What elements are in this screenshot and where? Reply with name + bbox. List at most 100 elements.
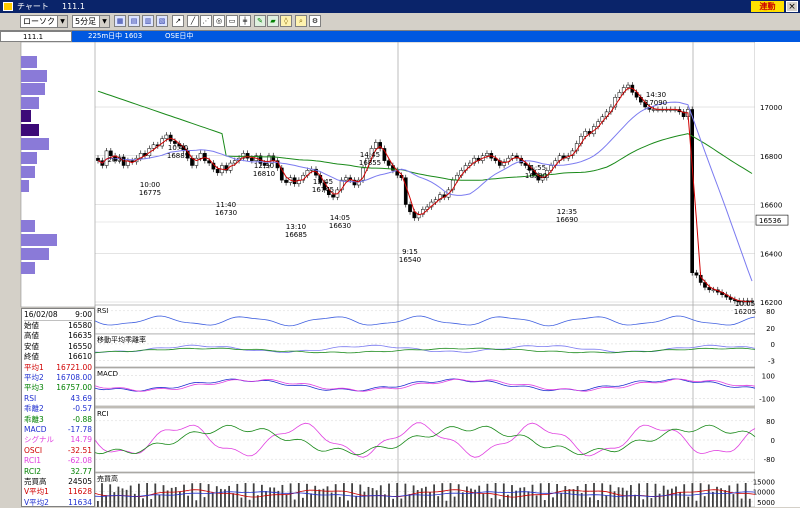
volume-bar: [158, 494, 161, 507]
candle: [690, 109, 695, 273]
volume-bar: [347, 500, 349, 507]
volume-bar: [572, 489, 575, 507]
annotation-time: 14:45: [360, 151, 380, 159]
zoom-icon[interactable]: ◎: [213, 15, 225, 27]
volume-bar: [371, 488, 374, 507]
volume-bar: [269, 487, 271, 507]
sub-tick-label: 0: [771, 341, 775, 349]
volume-bar: [724, 490, 727, 507]
line-chart-icon[interactable]: ↗: [172, 15, 184, 27]
link-button[interactable]: 連動: [751, 1, 784, 12]
chart-table-icon[interactable]: ▤: [128, 15, 140, 27]
volume-bar: [285, 495, 288, 507]
data-row-label: V平均1: [24, 487, 49, 497]
data-row-label: 平均3: [24, 383, 44, 393]
data-row-value: -0.88: [72, 414, 92, 424]
close-button[interactable]: ×: [786, 1, 798, 12]
volume-bar: [351, 483, 353, 507]
interval-value: 5分足: [75, 17, 97, 26]
sub-tick-label: 15000: [753, 479, 775, 487]
volume-bar: [466, 486, 468, 507]
volume-profile-bar: [21, 124, 39, 136]
volume-bar: [113, 492, 116, 507]
volume-bar: [117, 486, 120, 507]
data-row-label: MACD: [24, 425, 47, 434]
sub-panel-title: RSI: [97, 307, 108, 315]
volume-bar: [449, 483, 452, 507]
volume-bar: [646, 483, 649, 507]
annotation-time: 9:15: [402, 248, 418, 256]
chart-type-select[interactable]: ローソク ▼: [20, 15, 68, 28]
volume-bar: [490, 498, 493, 507]
data-row: V平均1 11628: [24, 487, 92, 497]
data-row: シグナル 14.79: [24, 435, 92, 445]
chart-layout-icon[interactable]: ▦: [114, 15, 126, 27]
search-icon[interactable]: ⌕: [295, 15, 307, 27]
volume-bar: [400, 498, 403, 507]
volume-bar: [605, 495, 608, 507]
data-row-value: -17.78: [67, 425, 92, 434]
symbol-code[interactable]: 111.1: [0, 31, 72, 42]
candle: [164, 134, 169, 139]
annotation-time: 13:45: [313, 178, 333, 186]
volume-bar: [183, 484, 185, 507]
y-tick-label: 16600: [760, 202, 782, 210]
volume-bar: [728, 485, 731, 507]
volume-bar: [232, 493, 235, 507]
y-tick-label: 17000: [760, 104, 782, 112]
volume-bar: [699, 483, 702, 507]
volume-bar: [187, 495, 189, 507]
trend-line-icon[interactable]: ╱: [187, 15, 199, 27]
data-row: 平均2 16708.00: [24, 373, 92, 383]
volume-bar: [125, 489, 128, 507]
chart-list-icon[interactable]: ▧: [156, 15, 168, 27]
sub-tick-label: -100: [759, 395, 775, 403]
volume-bar: [720, 488, 722, 507]
fan-line-icon[interactable]: ⋰: [200, 15, 212, 27]
data-panel: 16/02/08 9:00 始値 16580 高値 16635 安値 16550 終値 166…: [21, 308, 95, 507]
annotation-time: 14:30: [646, 91, 666, 99]
info-bar: 111.1 225m日中 1603 OSE日中: [0, 31, 800, 42]
eraser-icon[interactable]: ◊: [280, 15, 292, 27]
annotation-price: 16775: [139, 189, 161, 197]
parallel-line-icon[interactable]: ╪: [239, 15, 251, 27]
toolbar: ローソク ▼ 5分足 ▼ ▦ ▤ ▥ ▧ ↗ ╱ ⋰ ◎ ▭ ╪ ✎ ▰ ◊ ⌕…: [0, 13, 800, 31]
volume-bar: [302, 497, 304, 507]
volume-bar: [273, 487, 276, 507]
color-icon[interactable]: ▰: [267, 15, 279, 27]
data-row-label: 平均1: [24, 362, 44, 372]
volume-bar: [334, 484, 337, 507]
pen-icon[interactable]: ✎: [254, 15, 266, 27]
volume-bar: [470, 488, 472, 507]
volume-bar: [515, 490, 517, 507]
data-row-label: OSCI: [24, 445, 43, 455]
data-row-value: 16721.00: [56, 362, 92, 372]
chart-compare-icon[interactable]: ▥: [142, 15, 154, 27]
volume-bar: [548, 483, 550, 507]
sub-tick-label: -80: [764, 456, 775, 464]
candle: [198, 153, 203, 159]
candle: [151, 144, 156, 149]
candle: [284, 179, 288, 183]
data-row-label: V平均2: [24, 497, 49, 507]
period-select-icon[interactable]: ▭: [226, 15, 238, 27]
annotation-price: 16855: [359, 159, 381, 167]
volume-bar: [560, 492, 563, 507]
volume-bar: [519, 487, 522, 507]
annotation-price: 16685: [285, 231, 307, 239]
sub-panel-0: [94, 304, 756, 335]
interval-select[interactable]: 5分足 ▼: [72, 15, 110, 28]
chart-area[interactable]: 17000 16800 16600 16400 16200 10:0016775 10:40…: [0, 42, 800, 507]
chevron-down-icon: ▼: [99, 16, 109, 27]
data-row: 平均3 16757.00: [24, 383, 92, 393]
candle: [331, 194, 335, 198]
data-row-label: シグナル: [24, 435, 54, 445]
data-date: 16/02/08: [24, 310, 58, 319]
candle: [386, 160, 391, 166]
volume-bar: [420, 488, 423, 507]
volume-bar: [679, 492, 681, 507]
settings-icon[interactable]: ⚙: [309, 15, 321, 27]
volume-bar: [441, 483, 444, 507]
sub-tick-label: 0: [771, 437, 775, 445]
volume-bar: [474, 489, 476, 507]
